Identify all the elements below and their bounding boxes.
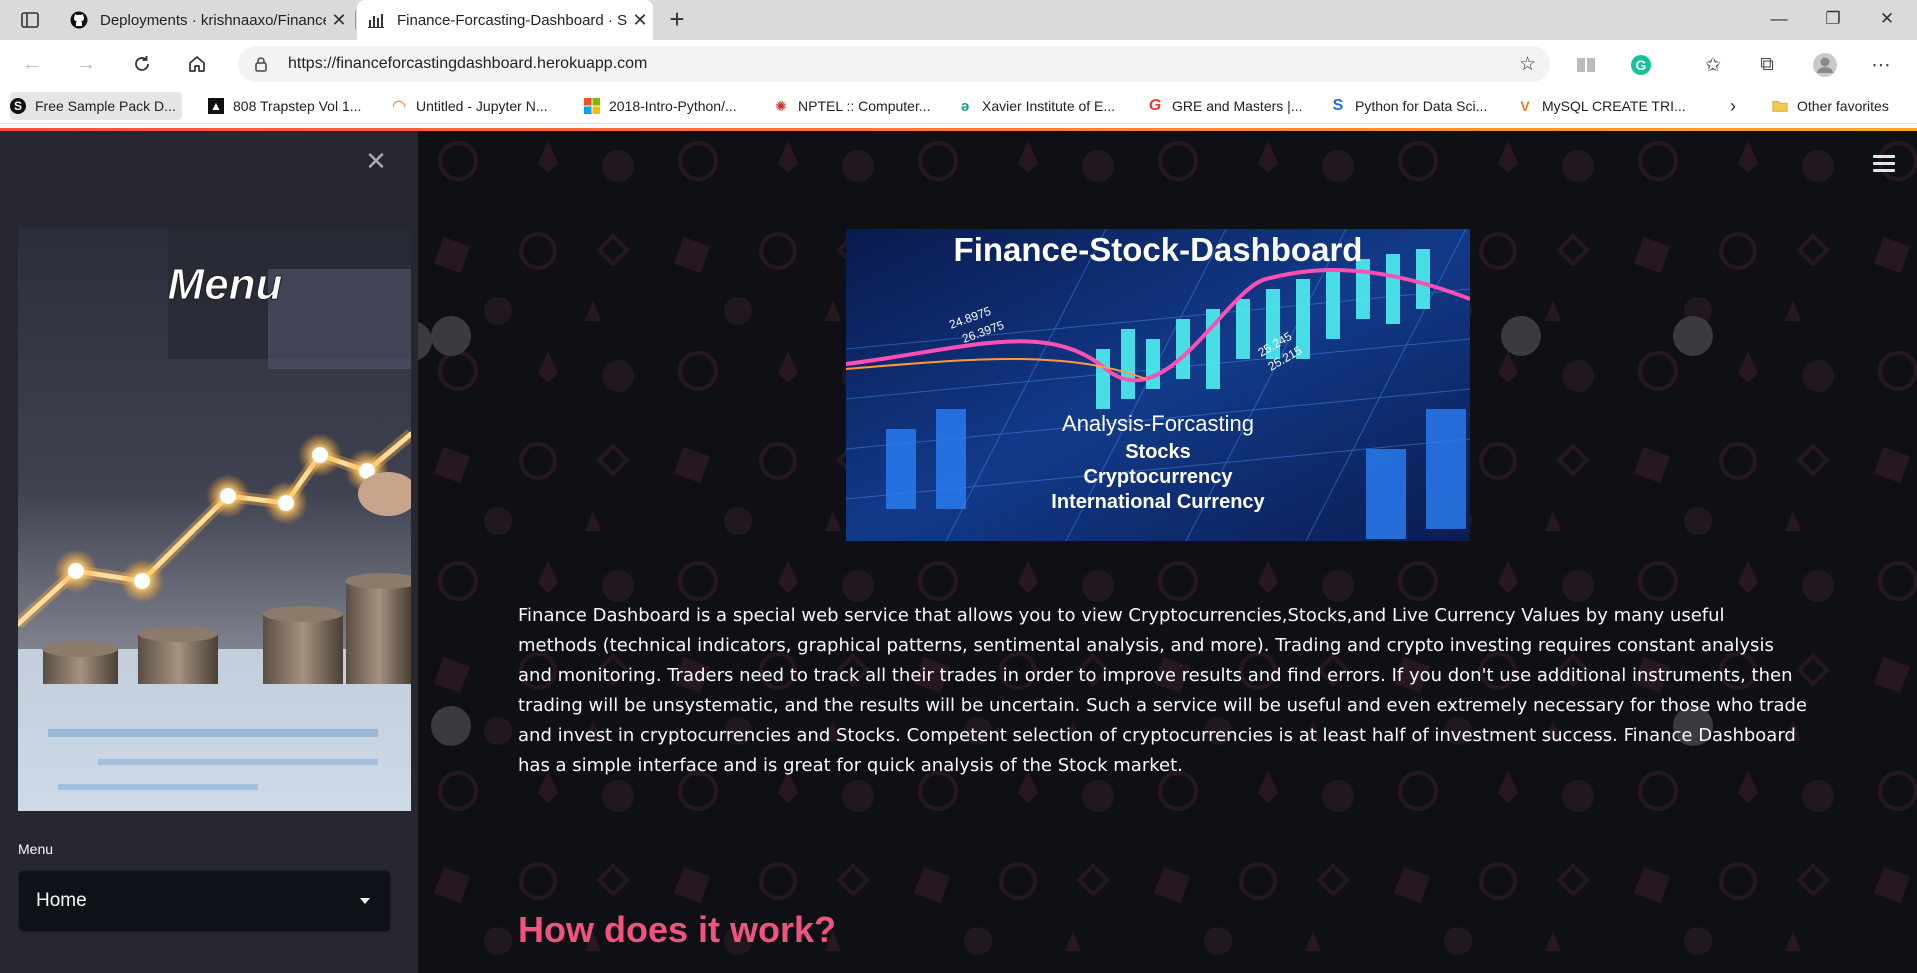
triangle-logo-icon: ▲	[208, 98, 224, 114]
address-bar[interactable]: https://financeforcastingdashboard.herok…	[238, 46, 1550, 82]
minimize-icon[interactable]: —	[1752, 0, 1806, 40]
banner-line: Stocks	[1125, 441, 1191, 463]
g-logo-icon: G	[1148, 97, 1162, 114]
tab-separator	[355, 11, 356, 29]
window-close-icon[interactable]: ✕	[1860, 0, 1914, 40]
browser-tab-strip: Deployments · krishnaaxo/Finance-Forcast…	[0, 0, 1917, 40]
banner-line: Cryptocurrency	[1083, 466, 1233, 488]
bookmark-label: 808 Trapstep Vol 1...	[233, 98, 362, 114]
bookmark-label: GRE and Masters |...	[1172, 98, 1303, 114]
menu-select[interactable]: Home	[18, 870, 391, 932]
github-icon	[70, 11, 88, 29]
bookmark-item[interactable]: S Free Sample Pack D...	[10, 92, 182, 120]
hamburger-menu-icon[interactable]	[1873, 155, 1895, 173]
bookmark-item[interactable]: ✺ NPTEL :: Computer...	[773, 92, 931, 120]
grammarly-icon[interactable]: G	[1628, 52, 1654, 78]
forward-arrow-icon[interactable]: →	[70, 48, 102, 80]
close-sidebar-icon[interactable]: ✕	[362, 147, 390, 175]
menu-select-label: Menu	[18, 841, 54, 857]
bookmark-label: Xavier Institute of E...	[982, 98, 1116, 114]
sample-pack-s-icon: S	[10, 98, 26, 114]
sidebar-menu-image: Menu	[18, 229, 411, 811]
bar-chart-icon	[367, 11, 385, 29]
streamlit-app: ✕ Menu Menu Home 24.8975 26.3975 25.245 …	[0, 131, 1917, 973]
refresh-icon[interactable]	[126, 48, 158, 80]
bookmark-label: Untitled - Jupyter N...	[416, 98, 548, 114]
browser-toolbar: ← → https://financeforcastingdashboard.h…	[0, 40, 1917, 88]
bookmark-label: MySQL CREATE TRI...	[1542, 98, 1686, 114]
home-icon[interactable]	[181, 48, 213, 80]
tab-title: Finance-Forcasting-Dashboard · Streamlit	[397, 11, 627, 29]
sidebar-image-menu-text: Menu	[168, 260, 283, 309]
bookmark-label: Python for Data Sci...	[1355, 98, 1488, 114]
tab-actions-menu-icon[interactable]	[10, 7, 50, 33]
back-arrow-icon[interactable]: ←	[16, 48, 48, 80]
how-it-works-heading: How does it work?	[518, 909, 837, 950]
collections-icon[interactable]: ⧉	[1754, 52, 1780, 78]
more-bookmarks-chevron-icon[interactable]: ›	[1730, 92, 1736, 120]
s-logo-icon: S	[1332, 97, 1344, 114]
bookmark-item[interactable]: ə Xavier Institute of E...	[957, 92, 1115, 120]
lock-icon[interactable]	[252, 55, 270, 73]
banner-line: International Currency	[1051, 491, 1265, 513]
bookmark-item[interactable]: ▲ 808 Trapstep Vol 1...	[208, 92, 361, 120]
bookmark-item[interactable]: G GRE and Masters |...	[1147, 92, 1303, 120]
bookmark-item[interactable]: 2018-Intro-Python/...	[584, 92, 737, 120]
reading-view-icon[interactable]	[1573, 52, 1599, 78]
add-favorite-star-icon[interactable]: ☆	[1519, 53, 1536, 76]
bookmark-label: NPTEL :: Computer...	[798, 98, 931, 114]
other-favorites-label: Other favorites	[1797, 98, 1889, 114]
dashboard-banner-image: 24.8975 26.3975 25.245 25.215 Finance-St…	[846, 229, 1470, 541]
banner-subtitle: Analysis-Forcasting	[1062, 411, 1254, 436]
url-text: https://financeforcastingdashboard.herok…	[288, 55, 648, 72]
banner-title: Finance-Stock-Dashboard	[953, 231, 1363, 268]
mysql-v-logo-icon: V	[1520, 98, 1530, 114]
menu-select-value: Home	[36, 890, 87, 911]
main-content: 24.8975 26.3975 25.245 25.215 Finance-St…	[418, 131, 1917, 973]
bookmark-label: Free Sample Pack D...	[35, 98, 176, 114]
close-tab-icon[interactable]: ✕	[627, 10, 653, 31]
microsoft-logo-icon	[584, 98, 600, 114]
profile-avatar-icon[interactable]	[1812, 52, 1838, 78]
bookmark-item[interactable]: S Python for Data Sci...	[1330, 92, 1488, 120]
new-tab-plus-icon[interactable]: +	[663, 6, 691, 34]
tab-title: Deployments · krishnaaxo/Finance-Forcast…	[100, 11, 326, 29]
bookmarks-bar: S Free Sample Pack D... ▲ 808 Trapstep V…	[0, 88, 1917, 124]
tab-github-deployments[interactable]: Deployments · krishnaaxo/Finance-Forcast…	[60, 0, 352, 40]
dashboard-description: Finance Dashboard is a special web servi…	[518, 605, 1807, 776]
more-options-icon[interactable]: ⋯	[1868, 52, 1894, 78]
other-favorites[interactable]: Other favorites	[1772, 92, 1889, 120]
bookmark-item[interactable]: V MySQL CREATE TRI...	[1517, 92, 1686, 120]
bookmark-label: 2018-Intro-Python/...	[609, 98, 737, 114]
caret-down-icon	[360, 898, 370, 904]
nptel-logo-icon: ✺	[775, 97, 787, 114]
tab-finance-dashboard[interactable]: Finance-Forcasting-Dashboard · Streamlit…	[357, 0, 653, 40]
grammarly-letter: G	[1636, 57, 1647, 73]
jupyter-icon: ◠	[392, 98, 406, 115]
bookmark-item[interactable]: ◠ Untitled - Jupyter N...	[391, 92, 548, 120]
folder-icon	[1772, 98, 1788, 114]
favorites-icon[interactable]: ✩	[1700, 52, 1726, 78]
xavier-logo-icon: ə	[960, 97, 970, 115]
close-tab-icon[interactable]: ✕	[326, 10, 352, 31]
restore-icon[interactable]: ❐	[1806, 0, 1860, 40]
sidebar: ✕ Menu Menu Home	[0, 131, 418, 973]
